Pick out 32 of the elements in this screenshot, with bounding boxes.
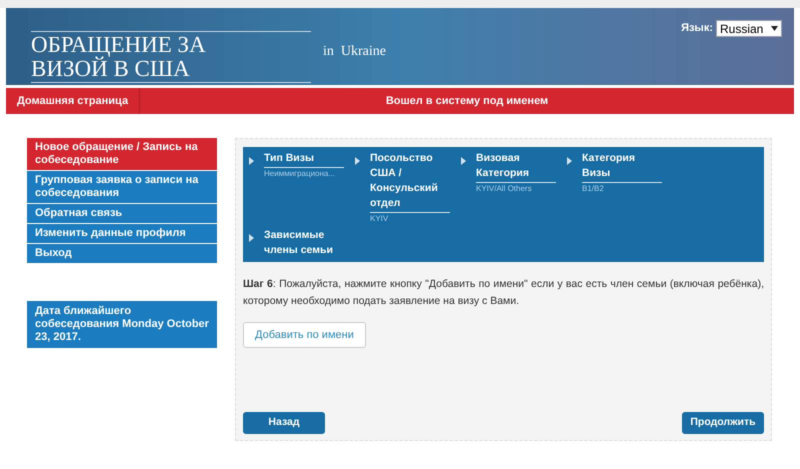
step-title: Посольство США / Консульский отдел bbox=[370, 151, 450, 213]
step-title: Визовая Категория bbox=[476, 151, 556, 183]
step-value: B1/B2 bbox=[582, 183, 605, 194]
instruction-text: Шаг 6: Пожалуйста, нажмите кнопку "Добавить по имени" если у вас есть член семьи (включая ребёнка), которому необходимо подать заявление на визу с Вами. bbox=[243, 277, 764, 309]
sidebar-item[interactable]: Выход bbox=[27, 244, 217, 263]
step-value: KYIV/All Others bbox=[476, 183, 533, 194]
step-arrow-icon bbox=[567, 157, 572, 165]
step-arrow-icon bbox=[355, 157, 360, 165]
login-status: Вошел в систему под именем bbox=[384, 94, 550, 109]
appointment-date-panel: Дата ближайшего собеседования Monday October 23, 2017. bbox=[27, 301, 217, 348]
site-title: ВИЗОЙ В США bbox=[31, 57, 191, 81]
step-arrow-icon bbox=[249, 157, 254, 165]
sidebar-item[interactable]: Обратная связь bbox=[27, 204, 217, 223]
step-title: Категория Визы bbox=[582, 151, 662, 183]
sidebar-item[interactable]: Новое обращение / Запись на собеседование bbox=[27, 138, 217, 170]
dropdown-caret-icon bbox=[771, 26, 778, 31]
sidebar-item[interactable]: Групповая заявка о записи на собеседования bbox=[27, 171, 217, 203]
step-value: Неиммиграциона... bbox=[264, 168, 336, 179]
language-select[interactable]: Russian bbox=[716, 20, 782, 37]
step-title: Тип Визы bbox=[264, 151, 344, 168]
step-value: KYIV bbox=[370, 213, 390, 224]
language-label: Язык: bbox=[681, 21, 713, 36]
add-by-name-button[interactable]: Добавить по имени bbox=[243, 322, 366, 348]
back-button[interactable]: Назад bbox=[243, 412, 325, 434]
step-arrow-icon bbox=[461, 157, 466, 165]
site-title: ОБРАЩЕНИЕ ЗА bbox=[31, 33, 207, 57]
step-arrow-icon bbox=[249, 234, 254, 242]
country-label: in Ukraine bbox=[323, 43, 386, 61]
step-title: Зависимые члены семьи bbox=[264, 228, 334, 258]
home-link[interactable]: Домашняя страница bbox=[6, 88, 140, 114]
sidebar-item[interactable]: Изменить данные профиля bbox=[27, 224, 217, 243]
continue-button[interactable]: Продолжить bbox=[682, 412, 764, 434]
